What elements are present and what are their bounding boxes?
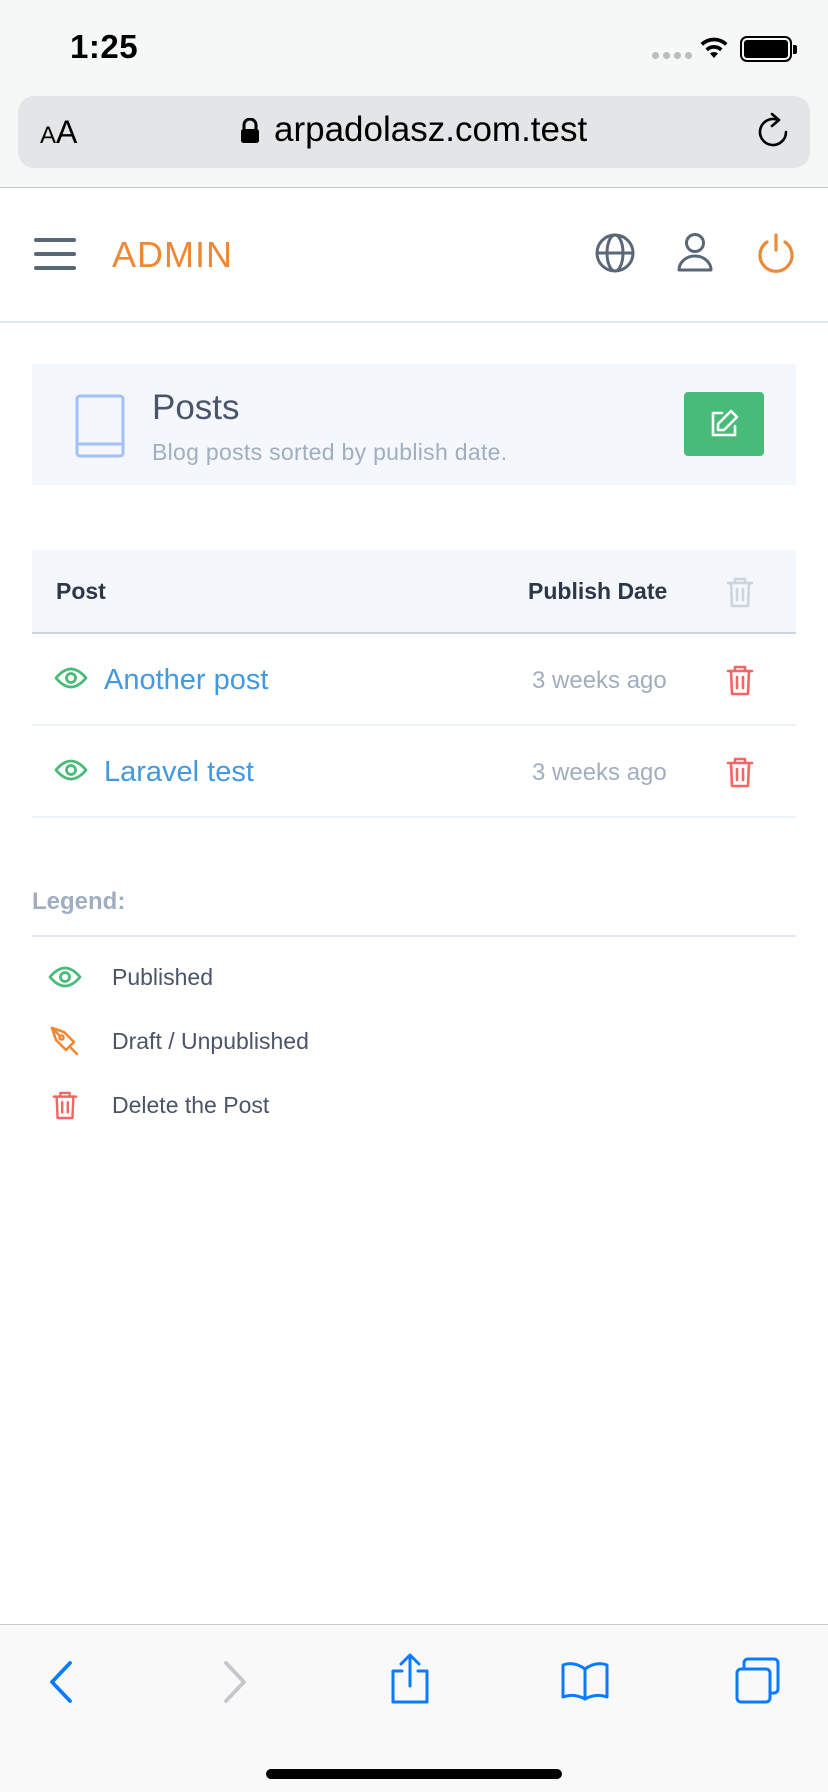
legend-label: Draft / Unpublished — [112, 1027, 309, 1054]
legend-title: Legend: — [32, 888, 126, 915]
divider — [32, 935, 796, 937]
posts-table: Post Publish Date Another post 3 weeks a… — [32, 550, 796, 818]
cellular-signal-icon — [652, 52, 692, 59]
book-icon — [561, 1662, 609, 1701]
chevron-right-icon — [224, 1661, 246, 1703]
battery-icon — [740, 36, 797, 62]
app-header: ADMIN — [0, 188, 828, 323]
post-publish-date: 3 weeks ago — [532, 759, 667, 786]
pen-icon — [48, 1026, 82, 1056]
forward-button[interactable] — [216, 1659, 252, 1710]
trash-icon — [726, 576, 754, 613]
chevron-left-icon — [50, 1661, 72, 1703]
page-subtitle: Blog posts sorted by publish date. — [152, 439, 508, 465]
menu-icon[interactable] — [34, 238, 76, 270]
text-size-button[interactable]: AA — [40, 114, 77, 151]
eye-icon — [54, 758, 88, 787]
trash-icon — [726, 665, 754, 696]
eye-icon — [48, 965, 82, 989]
column-header-post[interactable]: Post — [56, 578, 106, 605]
new-post-button[interactable] — [684, 392, 764, 456]
lock-icon — [240, 117, 260, 149]
tabs-button[interactable] — [734, 1657, 784, 1710]
brand-title[interactable]: ADMIN — [112, 234, 233, 276]
post-publish-date: 3 weeks ago — [532, 667, 667, 694]
column-header-publish-date[interactable]: Publish Date — [528, 578, 667, 605]
legend-label: Delete the Post — [112, 1091, 270, 1118]
browser-address-area: AA arpadolasz.com.test — [0, 90, 828, 188]
eye-icon — [54, 666, 88, 695]
back-button[interactable] — [44, 1659, 80, 1710]
table-header: Post Publish Date — [32, 550, 796, 634]
table-row: Laravel test 3 weeks ago — [32, 726, 796, 818]
delete-post-button[interactable] — [726, 756, 754, 793]
legend-item-draft: Draft / Unpublished — [48, 1021, 309, 1061]
post-title-link[interactable]: Laravel test — [104, 756, 254, 789]
tabs-icon — [735, 1657, 780, 1704]
status-time: 1:25 — [70, 28, 139, 65]
url-text: arpadolasz.com.test — [274, 110, 588, 149]
share-icon — [391, 1653, 429, 1704]
globe-icon[interactable] — [594, 232, 636, 279]
trash-icon — [48, 1090, 82, 1120]
page-header-panel: Posts Blog posts sorted by publish date. — [32, 364, 796, 485]
delete-post-button[interactable] — [726, 664, 754, 701]
trash-icon — [726, 757, 754, 788]
home-indicator — [266, 1769, 562, 1779]
book-icon — [74, 394, 126, 463]
power-icon[interactable] — [756, 232, 796, 281]
bookmarks-button[interactable] — [560, 1661, 610, 1706]
post-title-link[interactable]: Another post — [104, 664, 268, 697]
wifi-icon — [698, 34, 730, 65]
edit-icon — [711, 409, 739, 437]
address-bar[interactable]: AA arpadolasz.com.test — [18, 96, 810, 168]
reload-icon[interactable] — [756, 112, 790, 155]
legend-item-published: Published — [48, 957, 213, 997]
share-button[interactable] — [388, 1653, 432, 1710]
status-bar: 1:25 — [0, 0, 828, 90]
legend-item-delete: Delete the Post — [48, 1085, 269, 1125]
page-title: Posts — [152, 388, 240, 427]
legend-label: Published — [112, 963, 214, 990]
browser-toolbar — [0, 1624, 828, 1792]
user-icon[interactable] — [676, 232, 714, 279]
table-row: Another post 3 weeks ago — [32, 634, 796, 726]
